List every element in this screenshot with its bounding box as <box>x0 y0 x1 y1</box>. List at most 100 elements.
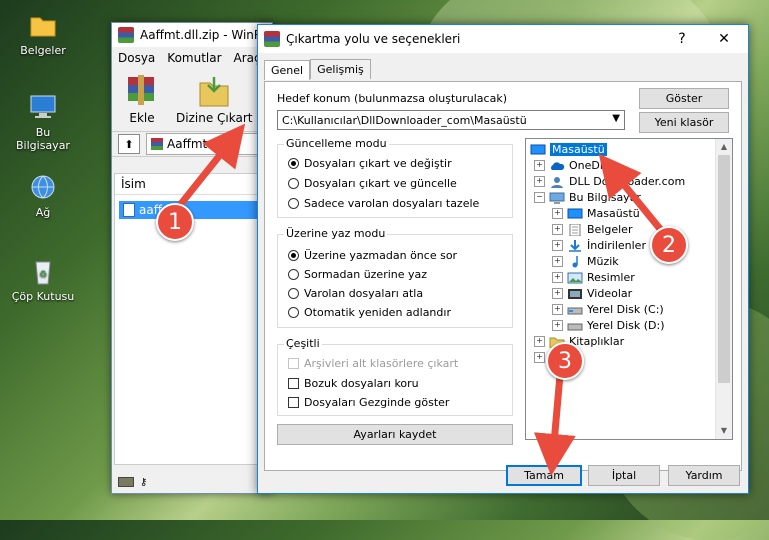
videos-icon <box>568 288 582 299</box>
cancel-button[interactable]: İptal <box>588 465 660 486</box>
help-button[interactable]: Yardım <box>668 465 740 486</box>
save-settings-button[interactable]: Ayarları kaydet <box>277 424 513 445</box>
winrar-status-bar: ⚷ <box>112 471 272 493</box>
update-mode-group: Güncelleme modu Dosyaları çıkart ve deği… <box>277 137 513 218</box>
radio-button[interactable] <box>288 269 299 280</box>
tab-advanced[interactable]: Gelişmiş <box>310 59 371 79</box>
tree-item-pc-desktop[interactable]: + Masaüstü <box>552 207 640 220</box>
tree-item-label: Belgeler <box>587 223 633 236</box>
scroll-down-icon[interactable]: ▼ <box>716 423 732 439</box>
help-title-button[interactable]: ? <box>662 25 702 53</box>
tree-item-documents[interactable]: + Belgeler <box>552 223 632 236</box>
misc-group: Çeşitli Arşivleri alt klasörlere çıkart … <box>277 337 513 416</box>
add-button[interactable]: Ekle <box>122 73 162 125</box>
extract-to-button[interactable]: Dizine Çıkart <box>176 73 252 125</box>
chevron-down-icon[interactable]: ▼ <box>612 113 620 124</box>
expand-icon[interactable]: + <box>552 304 563 315</box>
winrar-window[interactable]: Aaffmt.dll.zip - WinR Dosya Komutlar Ara… <box>111 22 273 494</box>
checkbox[interactable] <box>288 378 299 389</box>
radio-skip-existing[interactable]: Varolan dosyaları atla <box>288 287 423 300</box>
destination-label: Hedef konum (bulunmazsa oluşturulacak) <box>277 92 507 105</box>
expand-icon[interactable]: + <box>552 208 563 219</box>
tree-item-downloads[interactable]: + İndirilenler <box>552 239 646 252</box>
drive-icon <box>118 477 134 487</box>
radio-button[interactable] <box>288 158 299 169</box>
scrollbar-thumb[interactable] <box>718 155 730 383</box>
radio-ask-before-overwrite[interactable]: Üzerine yazmadan önce sor <box>288 249 457 262</box>
tree-item-disk-c[interactable]: + Yerel Disk (C:) <box>552 303 664 316</box>
menu-file[interactable]: Dosya <box>118 51 155 65</box>
user-icon <box>551 176 563 188</box>
radio-button[interactable] <box>288 307 299 318</box>
dialog-title-bar[interactable]: Çıkartma yolu ve seçenekleri ? ✕ <box>258 25 748 53</box>
downloads-icon <box>569 239 581 252</box>
up-folder-button[interactable]: ⬆ <box>118 134 140 154</box>
radio-button[interactable] <box>288 198 299 209</box>
desktop-icon-label: Ağ <box>35 206 51 219</box>
desktop-icon-network[interactable]: Ağ <box>8 172 78 219</box>
collapse-icon[interactable]: − <box>534 192 545 203</box>
desktop-icon-label: Çöp Kutusu <box>11 290 75 303</box>
expand-icon[interactable]: + <box>534 351 545 363</box>
radio-button[interactable] <box>288 178 299 189</box>
ok-button[interactable]: Tamam <box>506 465 582 486</box>
radio-extract-update[interactable]: Dosyaları çıkart ve güncelle <box>288 177 457 190</box>
column-name-label: İsim <box>121 177 146 191</box>
radio-overwrite-without-prompt[interactable]: Sormadan üzerine yaz <box>288 268 427 281</box>
extract-to-button-label: Dizine Çıkart <box>176 111 253 125</box>
tab-general[interactable]: Genel <box>264 60 311 80</box>
tree-item-music[interactable]: + Müzik <box>552 255 619 268</box>
checkbox[interactable] <box>288 397 299 408</box>
radio-rename-automatically[interactable]: Otomatik yeniden adlandır <box>288 306 451 319</box>
scroll-up-icon[interactable]: ▲ <box>716 139 732 155</box>
folder-tree[interactable]: Masaüstü + OneDrive + DLL Downloader.com… <box>525 138 733 440</box>
radio-button[interactable] <box>288 288 299 299</box>
expand-icon[interactable]: + <box>552 288 563 299</box>
radio-extract-replace[interactable]: Dosyaları çıkart ve değiştir <box>288 157 452 170</box>
menu-commands[interactable]: Komutlar <box>167 51 221 65</box>
expand-icon[interactable]: + <box>552 240 563 251</box>
column-header-name[interactable]: İsim <box>115 174 269 195</box>
tree-item-user[interactable]: + DLL Downloader.com <box>534 175 685 188</box>
tree-item-this-pc[interactable]: − Bu Bilgisayar <box>534 191 641 204</box>
tree-item-onedrive[interactable]: + OneDrive <box>534 159 621 172</box>
key-icon: ⚷ <box>140 476 148 488</box>
tree-scrollbar[interactable]: ▲ ▼ <box>715 139 732 439</box>
tree-item-desktop[interactable]: Masaüstü <box>530 143 607 156</box>
expand-icon[interactable]: + <box>552 272 563 283</box>
winrar-title-bar[interactable]: Aaffmt.dll.zip - WinR <box>112 23 272 47</box>
desktop-icon-documents[interactable]: Belgeler <box>8 10 78 57</box>
tree-item-label: OneDrive <box>569 159 621 172</box>
file-icon <box>123 203 135 217</box>
expand-icon[interactable]: + <box>552 256 563 267</box>
checkbox-show-in-explorer[interactable]: Dosyaları Gezginde göster <box>288 396 449 409</box>
radio-label: Dosyaları çıkart ve güncelle <box>304 177 457 190</box>
tree-item-label: İndirilenler <box>587 239 646 252</box>
disk-icon <box>567 323 583 330</box>
checkbox-keep-broken-files[interactable]: Bozuk dosyaları koru <box>288 377 419 390</box>
expand-icon[interactable]: + <box>534 160 545 171</box>
tree-item-pictures[interactable]: + Resimler <box>552 271 635 284</box>
new-folder-button[interactable]: Yeni klasör <box>639 112 729 133</box>
radio-freshen-existing[interactable]: Sadece varolan dosyaları tazele <box>288 197 479 210</box>
destination-path-combo[interactable]: C:\Kullanıcılar\DllDownloader_com\Masaüs… <box>277 110 625 130</box>
documents-icon <box>569 223 581 236</box>
desktop-icon-recycle-bin[interactable]: ♻ Çöp Kutusu <box>8 256 78 303</box>
tree-item-videos[interactable]: + Videolar <box>552 287 632 300</box>
tree-item-disk-d[interactable]: + Yerel Disk (D:) <box>552 319 665 332</box>
misc-title: Çeşitli <box>284 337 322 350</box>
winrar-path-field[interactable]: Aaffmt.dll.z <box>146 133 272 155</box>
expand-icon[interactable]: + <box>552 320 563 331</box>
overwrite-mode-group: Üzerine yaz modu Üzerine yazmadan önce s… <box>277 227 513 328</box>
expand-icon[interactable]: + <box>552 224 563 235</box>
up-arrow-icon: ⬆ <box>124 137 134 151</box>
desktop-icon-this-pc[interactable]: Bu Bilgisayar <box>8 92 78 152</box>
expand-icon[interactable]: + <box>534 336 545 347</box>
radio-label: Sadece varolan dosyaları tazele <box>304 197 480 210</box>
winrar-menu-bar: Dosya Komutlar Araçla <box>112 47 272 69</box>
expand-icon[interactable]: + <box>534 176 545 187</box>
radio-button[interactable] <box>288 250 299 261</box>
show-button[interactable]: Göster <box>639 88 729 109</box>
close-button[interactable]: ✕ <box>704 25 744 53</box>
tree-item-libraries[interactable]: + Kitaplıklar <box>534 335 624 348</box>
